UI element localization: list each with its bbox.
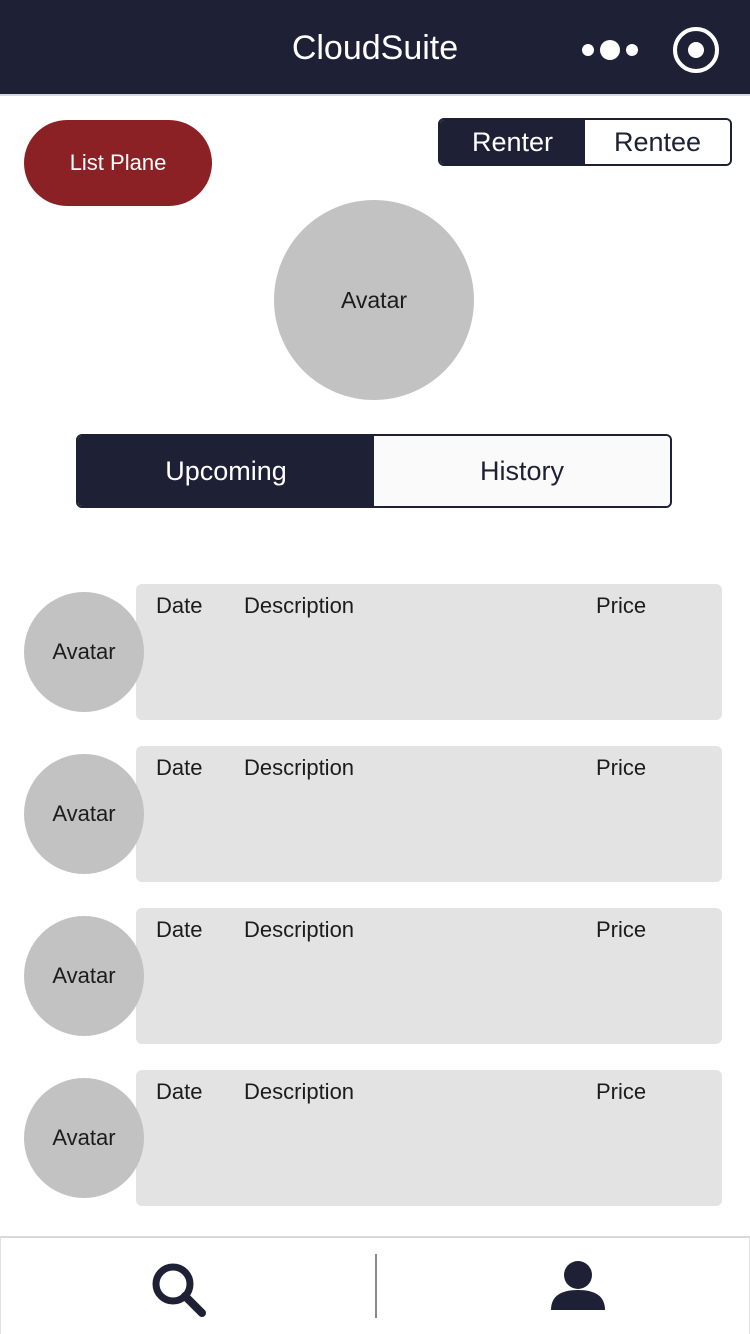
booking-description: Description — [244, 593, 355, 618]
booking-tabs: Upcoming History — [76, 434, 672, 508]
booking-card[interactable]: Date Description Price — [136, 584, 722, 720]
tab-upcoming[interactable]: Upcoming — [78, 436, 374, 506]
booking-card[interactable]: Date Description Price — [136, 1070, 722, 1206]
booking-row[interactable]: Date Description Price Avatar — [0, 908, 750, 1044]
booking-row[interactable]: Date Description Price Avatar — [0, 584, 750, 720]
booking-price: Price — [596, 593, 647, 618]
more-dot — [582, 44, 594, 56]
list-plane-button[interactable]: List Plane — [24, 120, 212, 206]
booking-description: Description — [244, 917, 355, 942]
more-dots-icon[interactable] — [582, 38, 638, 62]
profile-avatar[interactable]: Avatar — [274, 200, 474, 400]
booking-date: Date — [156, 755, 203, 780]
booking-list: Date Description Price Avatar Date Descr… — [0, 584, 750, 1232]
booking-avatar[interactable]: Avatar — [24, 592, 144, 712]
booking-description: Description — [244, 1079, 355, 1104]
booking-date: Date — [156, 1079, 203, 1104]
more-dot — [626, 44, 638, 56]
booking-avatar[interactable]: Avatar — [24, 916, 144, 1036]
user-icon[interactable] — [549, 1260, 607, 1310]
booking-avatar[interactable]: Avatar — [24, 1078, 144, 1198]
booking-card[interactable]: Date Description Price — [136, 746, 722, 882]
role-option-renter[interactable]: Renter — [440, 120, 585, 164]
booking-price: Price — [596, 1079, 647, 1104]
record-target-icon[interactable] — [673, 27, 719, 73]
booking-description: Description — [244, 755, 355, 780]
booking-date: Date — [156, 917, 203, 942]
booking-card[interactable]: Date Description Price — [136, 908, 722, 1044]
booking-date: Date — [156, 593, 203, 618]
booking-row[interactable]: Date Description Price Avatar — [0, 1070, 750, 1206]
nav-divider — [375, 1254, 377, 1318]
booking-price: Price — [596, 755, 647, 780]
booking-price: Price — [596, 917, 647, 942]
role-option-rentee[interactable]: Rentee — [585, 120, 730, 164]
bottom-nav — [0, 1236, 750, 1334]
search-icon[interactable] — [149, 1260, 207, 1318]
app-header: CloudSuite — [0, 0, 750, 96]
booking-avatar[interactable]: Avatar — [24, 754, 144, 874]
role-toggle: Renter Rentee — [438, 118, 732, 166]
booking-row[interactable]: Date Description Price Avatar — [0, 746, 750, 882]
tab-history[interactable]: History — [374, 436, 670, 506]
more-dot — [600, 40, 620, 60]
